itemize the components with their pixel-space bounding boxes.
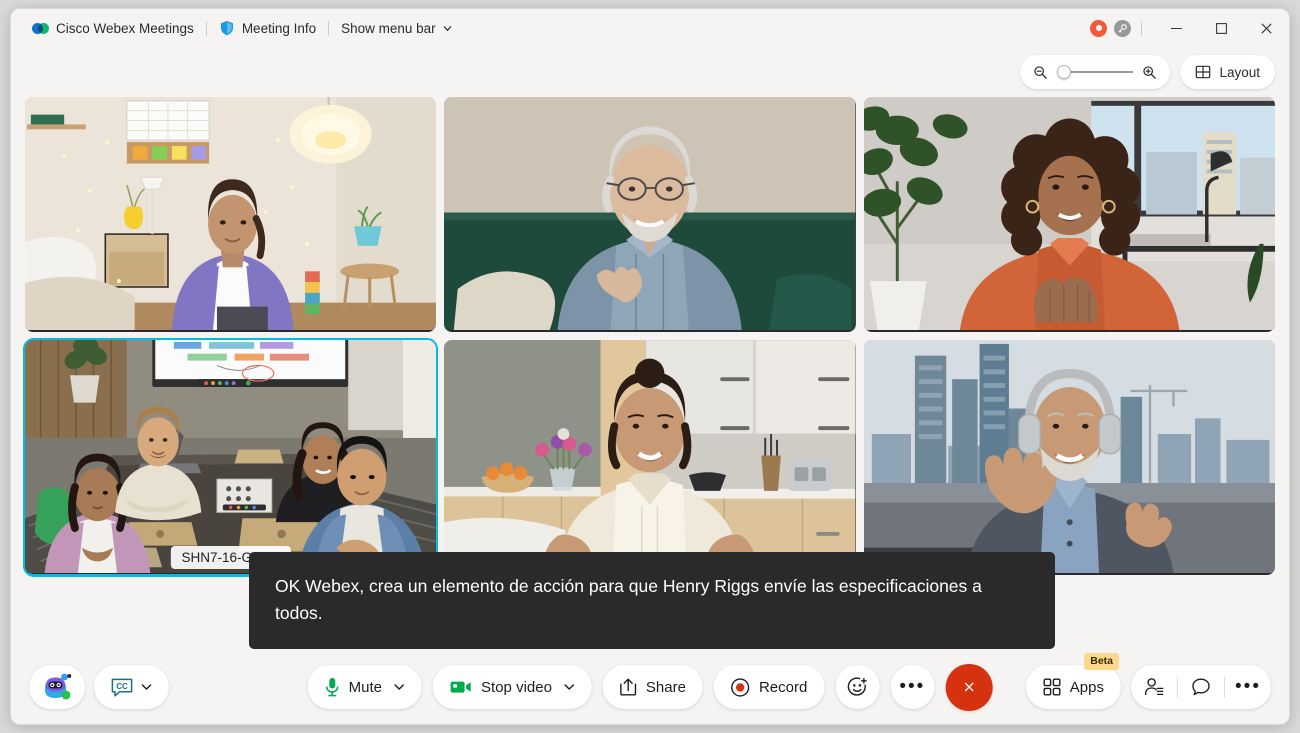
video-grid: SHN7-16-GREA (22, 97, 1275, 577)
record-button[interactable]: Record (713, 665, 825, 709)
webex-assistant-robot-icon (45, 673, 72, 700)
live-caption-overlay: OK Webex, crea un elemento de acción par… (249, 552, 1055, 650)
chevron-down-icon (443, 25, 451, 31)
apps-label: Apps (1069, 678, 1104, 696)
chat-bubble-icon (1192, 678, 1210, 696)
video-tile[interactable] (25, 97, 437, 332)
grid-layout-icon (1196, 65, 1211, 79)
participants-icon (1144, 678, 1164, 696)
mute-button[interactable]: Mute (307, 665, 423, 709)
more-options-button[interactable]: ••• (890, 665, 935, 709)
record-label: Record (758, 678, 808, 696)
more-options-icon: ••• (899, 676, 926, 698)
layout-label: Layout (1219, 64, 1260, 80)
video-tile-active-speaker[interactable]: SHN7-16-GREA (22, 338, 439, 577)
meeting-controls-toolbar: CC Mute Stop video Share Record ••• Apps… (11, 650, 1289, 724)
stop-video-button[interactable]: Stop video (433, 665, 592, 709)
share-button[interactable]: Share (602, 665, 703, 709)
meeting-info-label: Meeting Info (241, 20, 317, 36)
apps-button-wrapper: Apps Beta (1025, 653, 1121, 709)
show-menu-bar-label: Show menu bar (341, 20, 436, 36)
mute-label: Mute (348, 678, 383, 696)
title-bar: Cisco Webex Meetings Meeting Info Show m… (11, 9, 1289, 47)
layout-button[interactable]: Layout (1180, 55, 1275, 89)
svg-text:CC: CC (116, 682, 128, 691)
video-tile[interactable] (444, 340, 856, 575)
apps-grid-icon (1043, 678, 1061, 696)
more-options-icon: ••• (1235, 676, 1261, 698)
more-options-right-button[interactable]: ••• (1225, 665, 1271, 709)
stage-controls-row: Layout (11, 47, 1289, 97)
close-button[interactable] (1244, 9, 1289, 47)
key-icon[interactable] (1114, 19, 1131, 37)
participant-video (25, 97, 437, 331)
leave-meeting-button[interactable] (945, 663, 993, 711)
toolbar-left-group: CC (29, 665, 169, 709)
record-dot-icon (731, 677, 750, 697)
beta-badge: Beta (1084, 653, 1119, 670)
show-menu-bar-button[interactable]: Show menu bar (332, 14, 461, 42)
app-title-group: Cisco Webex Meetings (23, 14, 203, 42)
reactions-button[interactable] (835, 665, 880, 709)
stop-video-label: Stop video (481, 678, 552, 696)
minimize-button[interactable] (1154, 9, 1199, 47)
chevron-down-icon[interactable] (394, 683, 405, 691)
participant-video (444, 340, 856, 574)
toolbar-right-group: Apps Beta ••• (1025, 653, 1271, 709)
apps-button[interactable]: Apps (1025, 665, 1121, 709)
webex-assistant-button[interactable] (29, 665, 85, 709)
webex-meetings-window: Cisco Webex Meetings Meeting Info Show m… (10, 8, 1290, 725)
caption-text: OK Webex, crea un elemento de acción par… (275, 576, 982, 623)
share-upload-icon (620, 678, 637, 696)
participant-video (863, 340, 1275, 574)
zoom-slider-track[interactable] (1057, 65, 1134, 79)
video-tile[interactable] (863, 340, 1275, 575)
webex-logo (32, 20, 49, 37)
divider (205, 20, 207, 36)
title-bar-right (1090, 9, 1289, 47)
chevron-down-icon[interactable] (564, 683, 575, 691)
participant-video (25, 340, 437, 574)
toolbar-center-group: Mute Stop video Share Record ••• (307, 663, 993, 711)
recording-indicator-icon[interactable] (1090, 19, 1107, 37)
chevron-down-icon[interactable] (141, 683, 152, 691)
participant-video (863, 97, 1275, 331)
video-tile[interactable] (444, 97, 856, 332)
camera-icon (450, 681, 472, 693)
video-stage: SHN7-16-GREA OK Webex, crea un elemento … (11, 97, 1289, 650)
close-x-icon (964, 682, 974, 692)
share-label: Share (645, 678, 686, 696)
zoom-out-icon[interactable] (1033, 65, 1048, 80)
chat-button[interactable] (1178, 665, 1224, 709)
app-title: Cisco Webex Meetings (56, 20, 194, 36)
zoom-slider-control[interactable] (1020, 55, 1171, 89)
panel-buttons-group: ••• (1131, 665, 1271, 709)
divider (328, 20, 330, 36)
microphone-icon (325, 678, 339, 697)
reactions-smiley-icon (847, 676, 867, 696)
maximize-button[interactable] (1199, 9, 1244, 47)
shield-icon (220, 21, 233, 36)
participant-video (444, 97, 856, 331)
closed-captions-button[interactable]: CC (94, 665, 169, 709)
closed-captions-icon: CC (111, 678, 133, 697)
zoom-slider-knob[interactable] (1057, 65, 1072, 79)
divider (1141, 20, 1142, 36)
participants-button[interactable] (1131, 665, 1177, 709)
meeting-info-button[interactable]: Meeting Info (210, 14, 325, 42)
video-tile[interactable] (863, 97, 1275, 332)
zoom-in-icon[interactable] (1142, 65, 1157, 80)
